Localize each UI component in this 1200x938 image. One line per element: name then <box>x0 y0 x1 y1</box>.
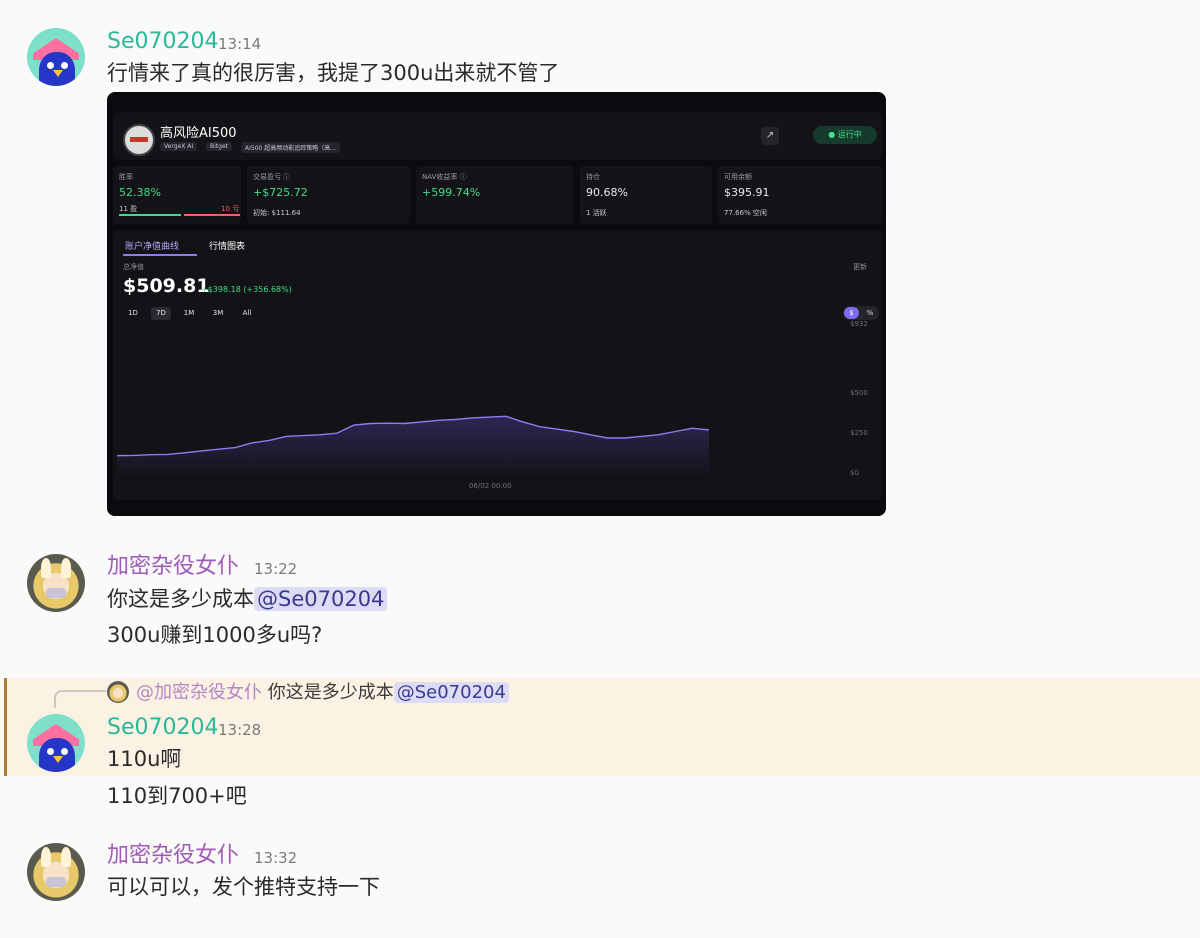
avatar[interactable] <box>27 714 85 772</box>
tag: AI500 超高频动能追踪策略（高... <box>241 142 340 153</box>
nav-area-fill <box>117 416 709 475</box>
message-text: 行情来了真的很厉害，我提了300u出来就不管了 <box>107 61 560 85</box>
timestamp: 13:28 <box>218 721 262 739</box>
external-link-icon[interactable]: ↗ <box>761 127 779 145</box>
mention[interactable]: @Se070204 <box>254 587 388 611</box>
strategy-header: 高风险AI500 VergeX AI Bitget AI500 超高频动能追踪策… <box>113 112 882 160</box>
avatar[interactable] <box>27 843 85 901</box>
nav-chart-panel: 账户净值曲线 行情图表 总净值 更新 $509.81 +$398.18 (+35… <box>113 230 882 500</box>
strategy-logo <box>123 124 155 156</box>
username[interactable]: Se070204 <box>107 29 218 55</box>
reply-connector <box>54 690 106 708</box>
avatar[interactable] <box>27 554 85 612</box>
strategy-title: 高风险AI500 <box>160 126 237 141</box>
nav-area-chart <box>116 415 710 475</box>
status-badge: ● 运行中 <box>813 126 877 144</box>
stat-card: 持仓 90.68% 1 活跃 <box>580 166 712 224</box>
message-text: 110u啊 <box>107 747 182 771</box>
stat-card: 可用余额 $395.91 77.66% 空闲 <box>718 166 882 224</box>
timestamp: 13:32 <box>254 849 298 867</box>
avatar[interactable] <box>27 28 85 86</box>
username[interactable]: 加密杂役女仆 <box>107 554 239 580</box>
username[interactable]: 加密杂役女仆 <box>107 843 239 869</box>
tag: Bitget <box>206 142 232 151</box>
tag: VergeX AI <box>160 142 198 151</box>
stat-card: 胜率 52.38% 11 盈 10 亏 <box>113 166 241 224</box>
x-tick: 06/02 00:00 <box>469 482 512 490</box>
message-text: 可以可以，发个推特支持一下 <box>107 875 380 899</box>
attached-image[interactable]: 高风险AI500 VergeX AI Bitget AI500 超高频动能追踪策… <box>107 92 886 516</box>
username[interactable]: Se070204 <box>107 715 218 741</box>
timestamp: 13:14 <box>218 35 262 53</box>
reply-avatar <box>107 681 129 703</box>
timestamp: 13:22 <box>254 560 298 578</box>
stat-card: NAV收益率 ⓘ +599.74% <box>416 166 574 224</box>
message-text: 你这是多少成本 @Se070204 <box>107 585 388 613</box>
reply-preview[interactable]: @加密杂役女仆 你这是多少成本 @Se070204 <box>136 680 509 706</box>
message-text: 300u赚到1000多u吗? <box>107 623 323 647</box>
message-text: 110到700+吧 <box>107 784 247 808</box>
stat-card: 交易盈亏 ⓘ +$725.72 初始: $111.64 <box>247 166 410 224</box>
